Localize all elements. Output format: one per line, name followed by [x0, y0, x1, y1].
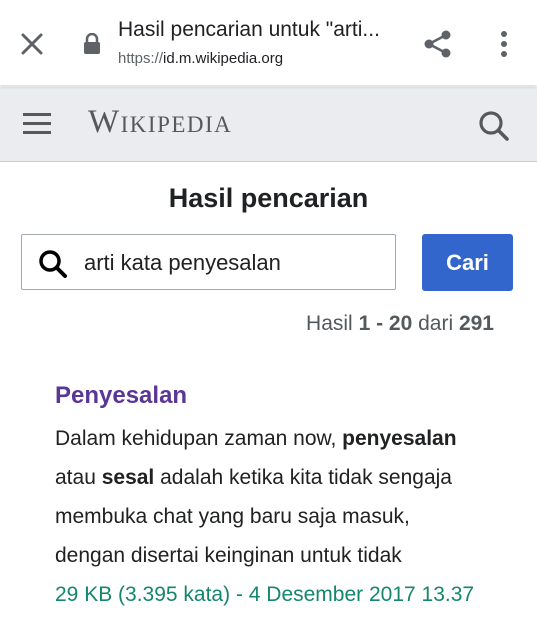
snippet-line: Dalam kehidupan zaman now, penyesalan: [55, 419, 525, 458]
result-snippet: Dalam kehidupan zaman now, penyesalan at…: [55, 419, 525, 575]
search-input[interactable]: arti kata penyesalan: [21, 234, 396, 290]
snippet-line: membuka chat yang baru saja masuk,: [55, 505, 410, 528]
lock-icon: [82, 32, 102, 55]
browser-page-title: Hasil pencarian untuk "arti...: [118, 18, 380, 41]
count-middle: dari: [412, 312, 459, 335]
wikipedia-logo[interactable]: Wikipedia: [88, 104, 232, 141]
snippet-text: atau: [55, 466, 102, 489]
snippet-match: penyesalan: [342, 427, 457, 450]
snippet-match: sesal: [101, 466, 155, 489]
search-icon: [37, 248, 69, 280]
close-icon[interactable]: [14, 26, 50, 62]
result-meta: 29 KB (3.395 kata) - 4 Desember 2017 13.…: [55, 583, 475, 606]
snippet-line: atau sesal adalah ketika kita tidak seng…: [55, 458, 525, 497]
snippet-line: dengan disertai keinginan untuk tidak: [55, 544, 402, 567]
count-range: 1 - 20: [358, 312, 413, 335]
search-icon[interactable]: [474, 106, 514, 146]
more-vert-icon[interactable]: [486, 26, 522, 62]
count-total: 291: [458, 312, 494, 335]
result-title-link[interactable]: Penyesalan: [55, 380, 525, 412]
page-title: Hasil pencarian: [168, 183, 369, 213]
browser-url[interactable]: https://id.m.wikipedia.org: [118, 50, 283, 67]
url-host: id.m.wikipedia.org: [163, 50, 284, 67]
count-prefix: Hasil: [306, 312, 359, 335]
snippet-text: Dalam kehidupan zaman now,: [55, 427, 343, 450]
hamburger-icon[interactable]: [20, 108, 56, 140]
snippet-text: adalah ketika kita tidak sengaja: [154, 466, 452, 489]
search-query-text: arti kata penyesalan: [84, 250, 281, 275]
url-scheme: https://: [118, 50, 164, 67]
result-count: Hasil 1 - 20 dari 291: [306, 312, 494, 336]
browser-toolbar: Hasil pencarian untuk "arti... https://i…: [0, 0, 537, 85]
search-button[interactable]: Cari: [422, 234, 513, 291]
search-result: Penyesalan Dalam kehidupan zaman now, pe…: [55, 380, 525, 615]
share-icon[interactable]: [420, 26, 456, 62]
wiki-header: Wikipedia: [0, 87, 537, 162]
